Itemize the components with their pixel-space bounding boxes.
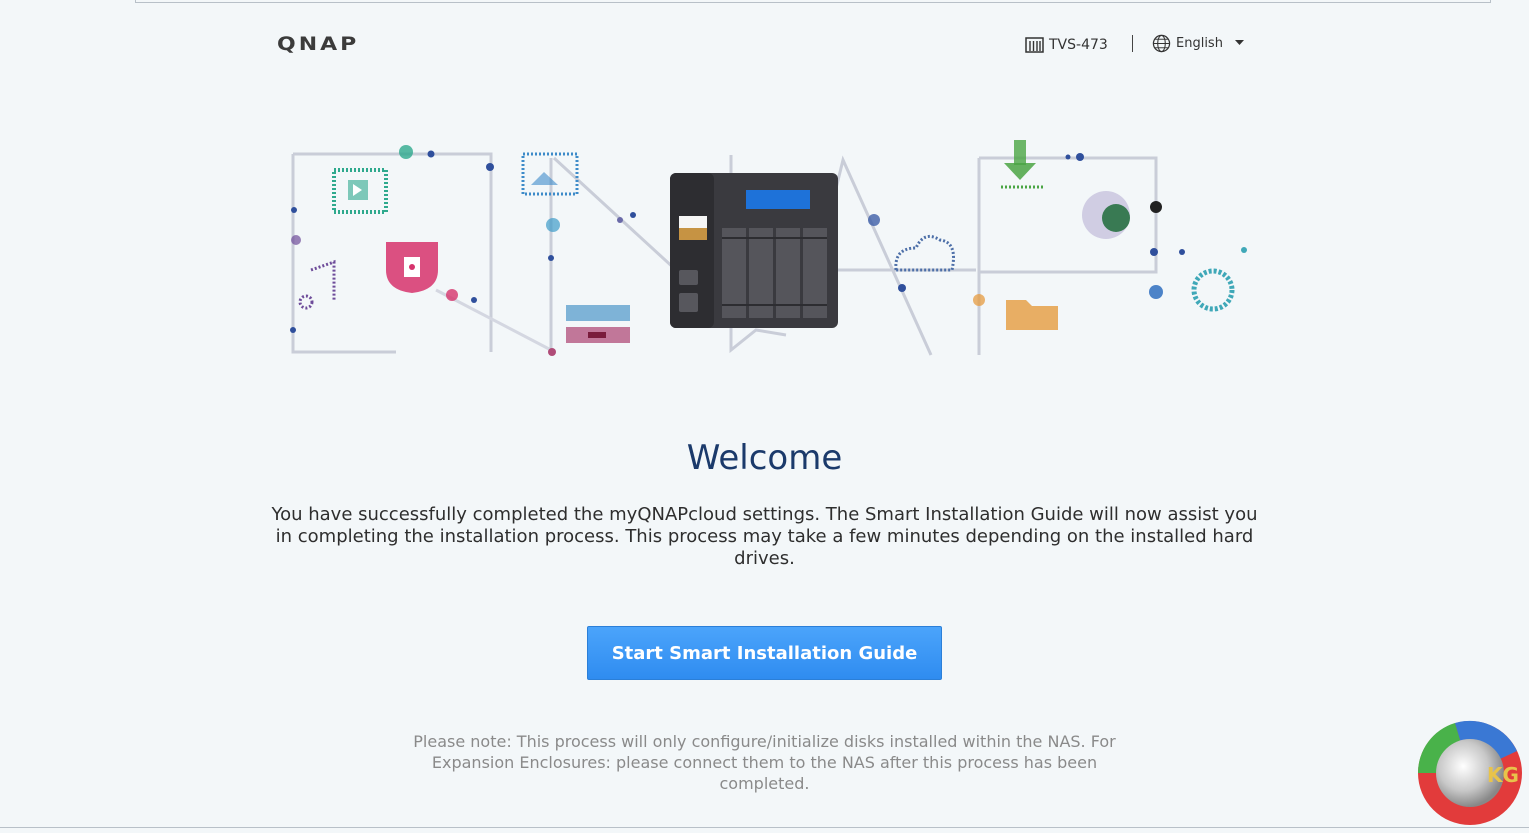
language-selector[interactable]: English xyxy=(1152,33,1244,53)
language-label: English xyxy=(1176,35,1223,51)
storage-dots-icon xyxy=(566,305,630,343)
header-divider xyxy=(1132,35,1133,52)
folder-dots-icon xyxy=(1006,300,1058,330)
kg-watermark-icon: KG xyxy=(1417,720,1522,825)
nas-device-icon xyxy=(1025,37,1044,53)
download-dots-icon xyxy=(1001,140,1044,189)
chevron-down-icon xyxy=(1234,40,1244,45)
kg-badge-text: KG xyxy=(1487,763,1519,787)
welcome-description: You have successfully completed the myQN… xyxy=(271,504,1258,569)
installation-note: Please note: This process will only conf… xyxy=(413,732,1116,793)
qnap-logo: QNAP xyxy=(277,34,360,56)
music-dots-icon xyxy=(298,259,336,310)
video-dots-icon xyxy=(332,168,388,214)
nas-device-illustration xyxy=(670,173,838,328)
sphere-dots-icon xyxy=(1082,191,1130,239)
shield-dots-icon xyxy=(386,242,438,293)
dot-cluster xyxy=(399,145,413,159)
page-title: Welcome xyxy=(686,438,843,478)
device-model: TVS-473 xyxy=(1025,35,1108,55)
ring-dots-icon xyxy=(1191,268,1235,312)
browser-frame-bottom xyxy=(0,827,1529,828)
device-model-label: TVS-473 xyxy=(1049,37,1108,53)
globe-icon xyxy=(1152,34,1171,52)
browser-frame-top xyxy=(135,0,1491,3)
start-smart-installation-button[interactable]: Start Smart Installation Guide xyxy=(587,626,942,680)
hero-illustration xyxy=(290,140,1247,356)
cloud-dots-icon xyxy=(894,234,955,272)
